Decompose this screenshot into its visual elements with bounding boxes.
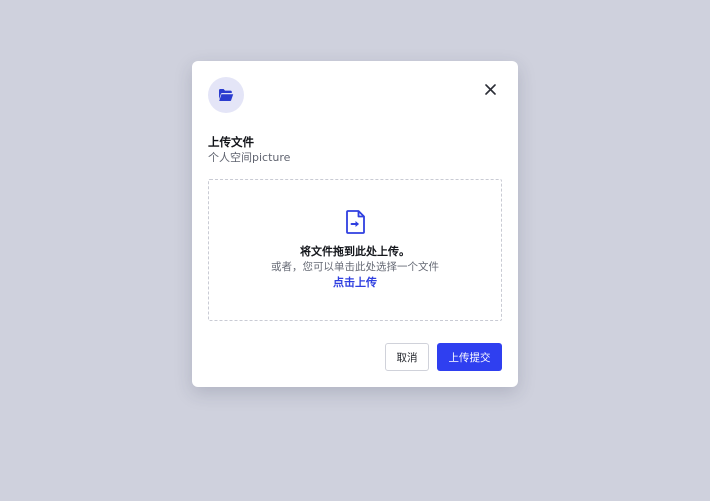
folder-badge	[208, 77, 244, 113]
dialog-subtitle: 个人空间picture	[208, 151, 291, 164]
dialog-title: 上传文件	[208, 135, 254, 149]
folder-open-icon	[219, 89, 234, 101]
click-upload-link[interactable]: 点击上传	[209, 275, 501, 291]
cancel-button[interactable]: 取消	[385, 343, 429, 371]
upload-dialog: 上传文件 个人空间picture 将文件拖到此处上传。 或者，您可以单击此处选择…	[192, 61, 518, 387]
dropzone-instruction: 将文件拖到此处上传。	[300, 245, 410, 258]
close-button[interactable]	[481, 80, 499, 98]
file-upload-icon	[346, 210, 365, 234]
dropzone-hint: 或者，您可以单击此处选择一个文件	[271, 261, 439, 273]
file-dropzone[interactable]: 将文件拖到此处上传。 或者，您可以单击此处选择一个文件 点击上传	[208, 179, 502, 321]
close-icon	[484, 83, 496, 95]
submit-upload-button[interactable]: 上传提交	[437, 343, 502, 371]
